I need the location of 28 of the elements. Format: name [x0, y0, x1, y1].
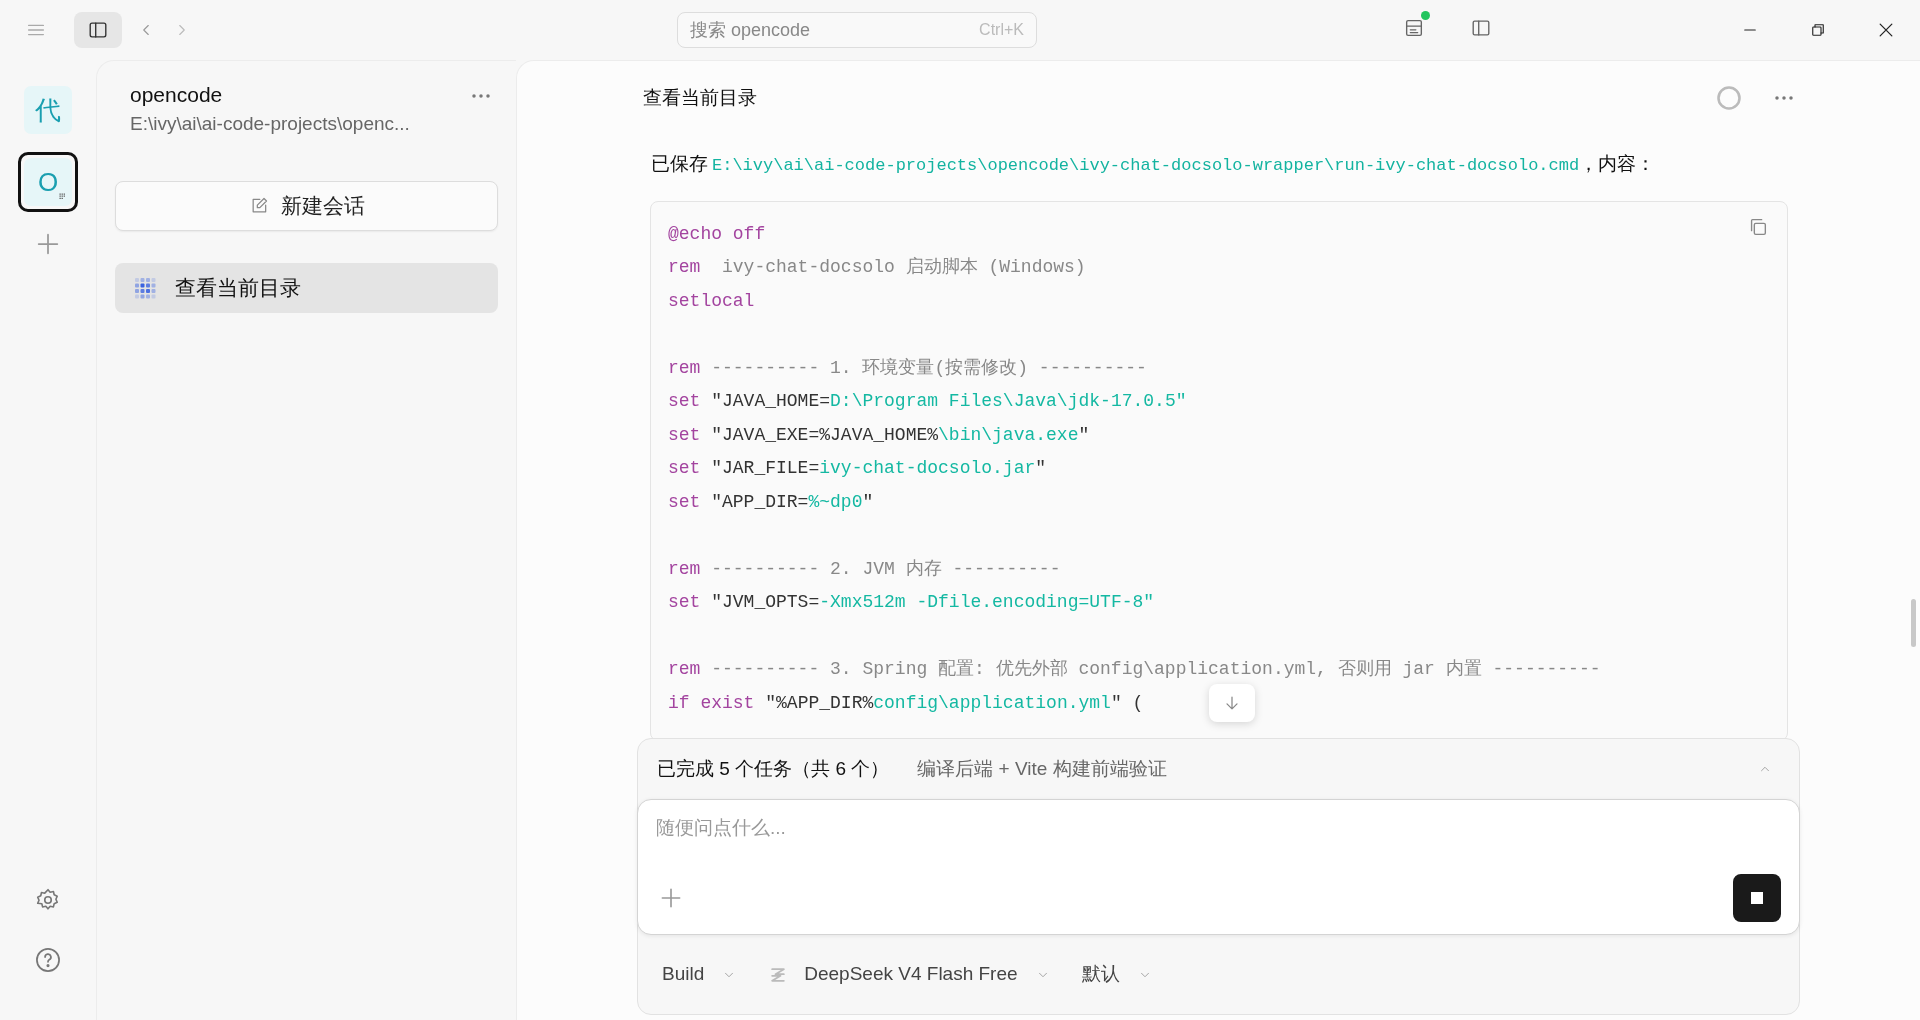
code-line: rem ---------- 3. Spring 配置: 优先外部 config\application.yml, 否则用 jar 内置 ----------	[668, 658, 1601, 681]
session-item[interactable]: 查看当前目录	[115, 263, 498, 313]
project-name: opencode	[130, 82, 224, 108]
code-line: set "APP_DIR=%~dp0"	[668, 490, 874, 514]
message-input[interactable]: 随便问点什么...	[656, 814, 1781, 843]
message-box[interactable]: 随便问点什么...	[637, 799, 1800, 935]
variant-dropdown[interactable]: 默认	[1081, 960, 1152, 989]
saved-label: 已保存	[651, 152, 708, 176]
code-line: rem ivy-chat-docsolo 启动脚本 (Windows)	[668, 256, 1086, 279]
new-session-button[interactable]: 新建会话	[115, 181, 498, 231]
code-line: rem ---------- 2. JVM 内存 ----------	[668, 557, 1061, 581]
shortcut-hint: Ctrl+K	[979, 20, 1024, 40]
code-line: setlocal	[668, 289, 755, 313]
code-line: set "JAVA_EXE=%JAVA_HOME%\bin\java.exe"	[668, 423, 1090, 447]
code-line: rem ---------- 1. 环境变量(按需修改) ----------	[668, 356, 1147, 380]
code-line: set "JAVA_HOME=D:\Program Files\Java\jdk-17.0.5"	[668, 390, 1187, 413]
tasks-summary: 已完成 5 个任务（共 6 个）	[657, 756, 890, 781]
code-line: set "JVM_OPTS=-Xmx512m -Dfile.encoding=UTF-8"	[668, 591, 1155, 614]
code-line: if exist "%APP_DIR%config\application.yml" (	[668, 691, 1144, 715]
current-task: 编译后端 + Vite 构建前端验证	[917, 756, 1168, 781]
model-dropdown[interactable]: DeepSeek V4 Flash Free	[768, 960, 1050, 989]
mode-dropdown[interactable]: Build	[662, 960, 737, 989]
code-line: set "JAR_FILE=ivy-chat-docsolo.jar"	[668, 457, 1047, 480]
content-label: ，内容：	[1579, 152, 1656, 176]
search-input[interactable]: 搜索 opencode	[690, 16, 980, 44]
project-path: E:\ivy\ai\ai-code-projects\openc...	[130, 112, 411, 136]
chat-title: 查看当前目录	[643, 85, 758, 110]
code-line: @echo off	[668, 222, 766, 246]
